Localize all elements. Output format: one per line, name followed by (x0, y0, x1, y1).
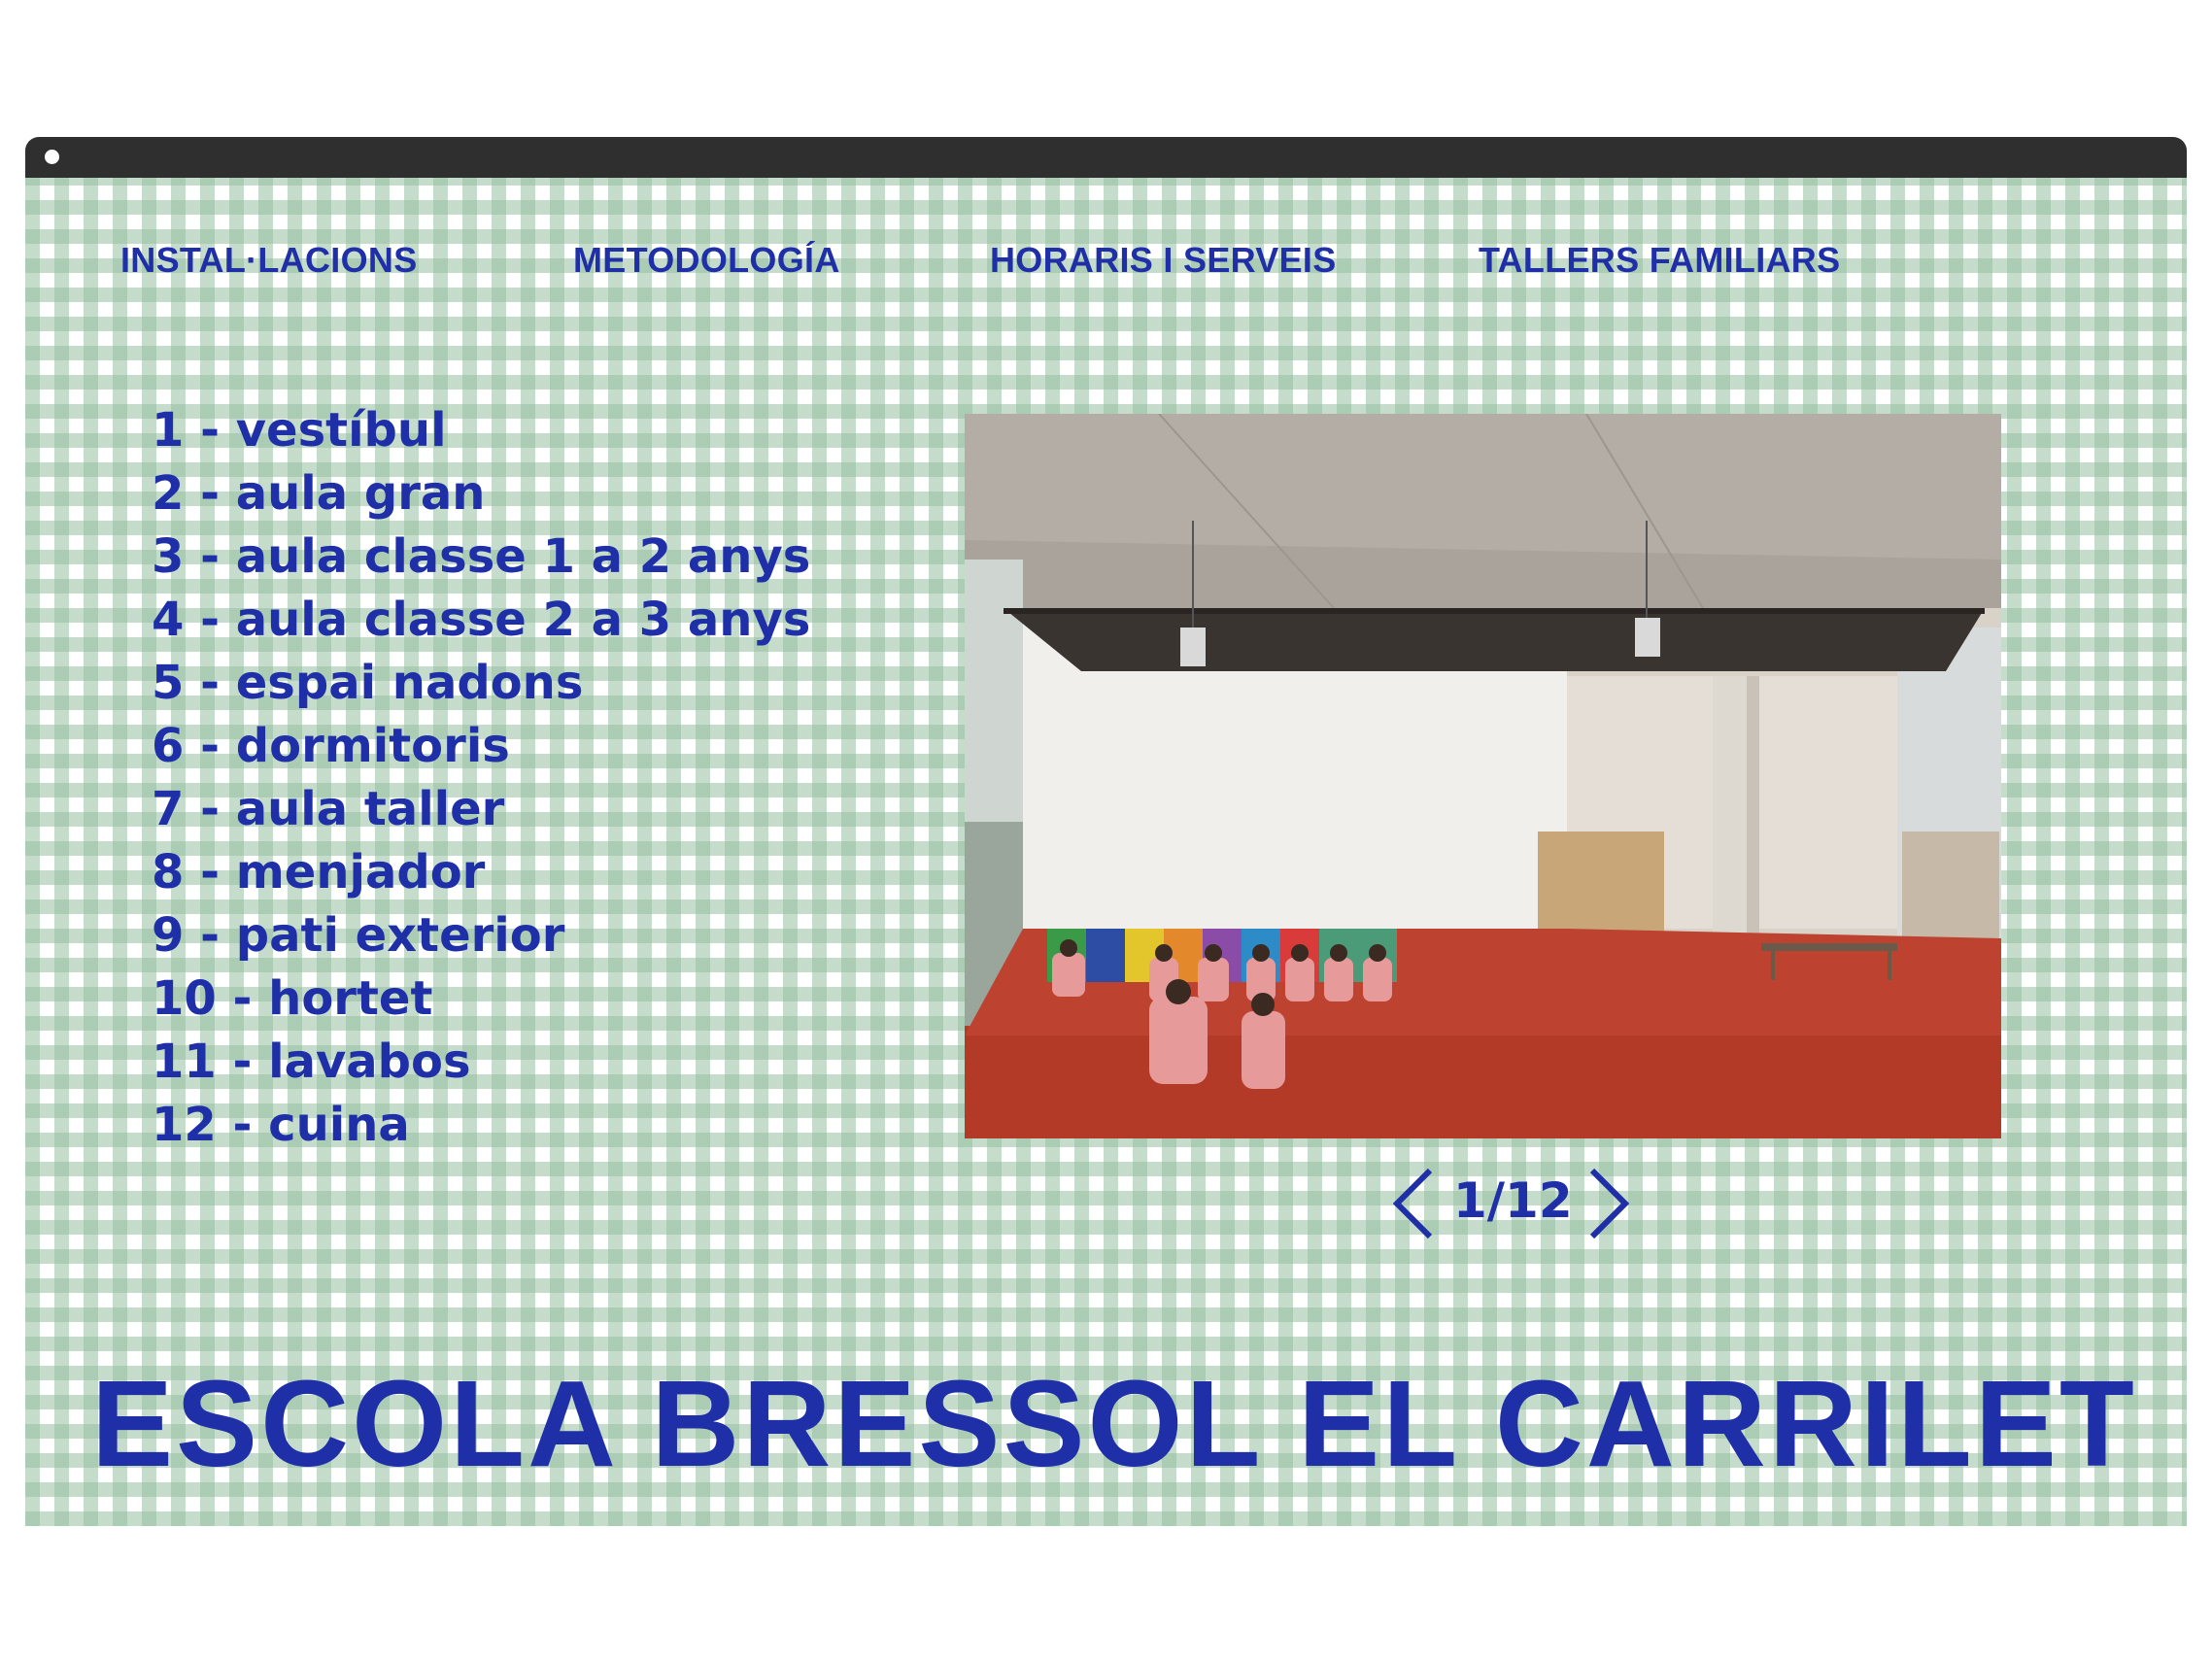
nav-item-tallers-familiars[interactable]: TALLERS FAMILIARS (1479, 240, 1840, 281)
main-nav: INSTAL·LACIONS METODOLOGÍA HORARIS I SER… (95, 240, 2116, 288)
window-dot-icon[interactable] (45, 150, 59, 164)
room-item-aula-taller[interactable]: 7 - aula taller (152, 778, 810, 841)
nav-item-horaris-serveis[interactable]: HORARIS I SERVEIS (990, 240, 1337, 281)
room-item-hortet[interactable]: 10 - hortet (152, 967, 810, 1031)
gallery-photo (965, 414, 2001, 1138)
site-title: ESCOLA BRESSOL EL CARRILET (91, 1355, 2137, 1492)
page-content: INSTAL·LACIONS METODOLOGÍA HORARIS I SER… (25, 178, 2187, 1526)
chevron-right-icon[interactable] (1584, 1167, 1633, 1240)
room-item-lavabos[interactable]: 11 - lavabos (152, 1031, 810, 1094)
room-item-vestibul[interactable]: 1 - vestíbul (152, 399, 810, 462)
nav-item-installacions[interactable]: INSTAL·LACIONS (120, 240, 418, 281)
room-item-espai-nadons[interactable]: 5 - espai nadons (152, 652, 810, 715)
room-item-cuina[interactable]: 12 - cuina (152, 1094, 810, 1157)
window-titlebar (25, 137, 2187, 178)
room-item-aula-classe-1-2[interactable]: 3 - aula classe 1 a 2 anys (152, 526, 810, 589)
room-item-aula-classe-2-3[interactable]: 4 - aula classe 2 a 3 anys (152, 589, 810, 652)
chevron-left-icon[interactable] (1389, 1167, 1438, 1240)
room-item-pati-exterior[interactable]: 9 - pati exterior (152, 904, 810, 967)
browser-window: INSTAL·LACIONS METODOLOGÍA HORARIS I SER… (25, 137, 2187, 1526)
room-item-dormitoris[interactable]: 6 - dormitoris (152, 715, 810, 778)
room-item-menjador[interactable]: 8 - menjador (152, 841, 810, 904)
rooms-list: 1 - vestíbul 2 - aula gran 3 - aula clas… (152, 399, 810, 1157)
gallery-pager: 1/12 (1366, 1159, 1657, 1246)
room-item-aula-gran[interactable]: 2 - aula gran (152, 462, 810, 526)
gallery-counter: 1/12 (1453, 1172, 1573, 1229)
nav-item-metodologia[interactable]: METODOLOGÍA (573, 240, 840, 281)
